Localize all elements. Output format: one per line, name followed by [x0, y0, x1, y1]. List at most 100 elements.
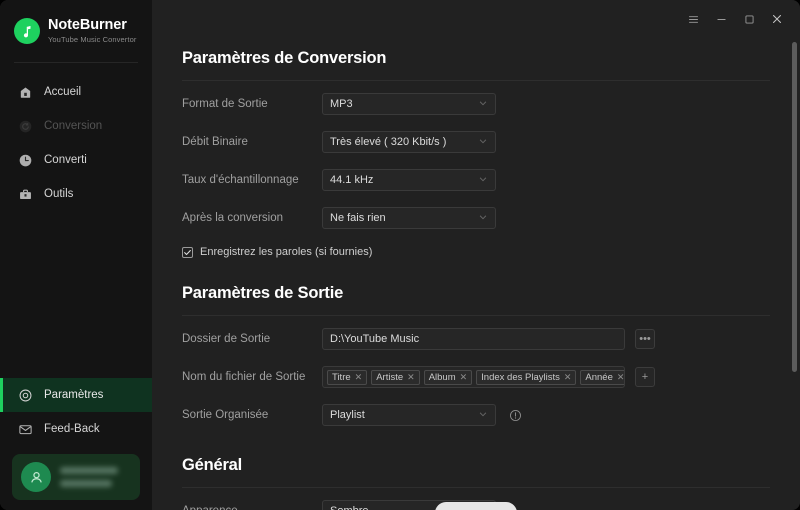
- section-title-general: Général: [182, 456, 243, 474]
- field-label: Sortie Organisée: [182, 409, 269, 421]
- page-title: Paramètres de Conversion: [182, 49, 387, 67]
- close-icon[interactable]: [764, 6, 790, 32]
- field-label: Apparence: [182, 505, 322, 510]
- tag-remove-icon[interactable]: ✕: [564, 372, 572, 383]
- add-tag-button[interactable]: +: [635, 367, 655, 387]
- sidebar-label: Conversion: [44, 120, 103, 132]
- select-value: Très élevé ( 320 Kbit/s ): [330, 136, 447, 148]
- tag-label: Artiste: [376, 371, 404, 383]
- tag-remove-icon[interactable]: ✕: [407, 372, 415, 383]
- field-label: Débit Binaire: [182, 136, 248, 148]
- main-panel: Paramètres de Conversion Format de Sorti…: [152, 0, 800, 510]
- filename-tags-container[interactable]: Titre ✕ Artiste ✕ Album ✕ Index des Play…: [322, 366, 625, 388]
- select-value: MP3: [330, 98, 353, 110]
- select-sortie-organisee[interactable]: Playlist: [322, 404, 496, 426]
- field-label: Dossier de Sortie: [182, 333, 271, 345]
- select-value: Sombre: [330, 505, 369, 510]
- info-circle-icon[interactable]: [509, 409, 522, 422]
- sidebar-item-feedback[interactable]: Feed-Back: [0, 412, 152, 446]
- profile-name-masked: [60, 467, 118, 474]
- row-debit-binaire: Débit Binaire Très élevé ( 320 Kbit/s ): [182, 127, 770, 157]
- clock-icon: [16, 151, 34, 169]
- sidebar-item-converti[interactable]: Converti: [0, 143, 152, 177]
- chevron-down-icon: [478, 174, 488, 187]
- sidebar-item-accueil[interactable]: Accueil: [0, 75, 152, 109]
- toolbox-icon: [16, 185, 34, 203]
- profile-email-masked: [60, 480, 112, 487]
- section-title-output: Paramètres de Sortie: [182, 284, 344, 302]
- chevron-down-icon: [478, 409, 488, 422]
- brand-name: NoteBurner: [48, 16, 127, 33]
- section-output: Paramètres de Sortie Dossier de Sortie D…: [182, 258, 770, 430]
- application-window: NoteBurner YouTube Music Convertor Accue…: [0, 0, 800, 510]
- tag-label: Album: [428, 371, 456, 383]
- tag-item[interactable]: Artiste ✕: [371, 369, 420, 385]
- sidebar-item-conversion[interactable]: Conversion: [0, 109, 152, 143]
- chevron-down-icon: [478, 98, 488, 111]
- select-taux-echantillonnage[interactable]: 44.1 kHz: [322, 169, 496, 191]
- vertical-scrollbar[interactable]: [792, 42, 797, 506]
- minimize-icon[interactable]: [708, 6, 734, 32]
- envelope-icon: [16, 420, 34, 438]
- tag-remove-icon[interactable]: ✕: [355, 372, 363, 383]
- section-divider: [182, 487, 770, 488]
- row-nom-fichier-sortie: Nom du fichier de Sortie Titre ✕ Artiste…: [182, 362, 770, 392]
- field-label: Taux d'échantillonnage: [182, 174, 299, 186]
- select-value: Ne fais rien: [330, 212, 386, 224]
- field-label: Format de Sortie: [182, 98, 268, 110]
- hamburger-menu-icon[interactable]: [680, 6, 706, 32]
- tag-label: Année: [585, 371, 613, 383]
- sidebar-item-outils[interactable]: Outils: [0, 177, 152, 211]
- sidebar-label: Paramètres: [44, 389, 104, 401]
- tag-remove-icon[interactable]: ✕: [617, 372, 624, 383]
- title-bar: [152, 0, 800, 38]
- select-format-de-sortie[interactable]: MP3: [322, 93, 496, 115]
- browse-folder-button[interactable]: •••: [635, 329, 655, 349]
- section-conversion: Paramètres de Conversion Format de Sorti…: [182, 38, 770, 258]
- select-value: Playlist: [330, 409, 365, 421]
- row-sortie-organisee: Sortie Organisée Playlist: [182, 400, 770, 430]
- scrollbar-thumb[interactable]: [792, 42, 797, 372]
- tag-item[interactable]: Index des Playlists ✕: [476, 369, 577, 385]
- row-apres-conversion: Après la conversion Ne fais rien: [182, 203, 770, 233]
- home-icon: [16, 83, 34, 101]
- field-label: Nom du fichier de Sortie: [182, 371, 306, 383]
- section-divider: [182, 315, 770, 316]
- select-value: 44.1 kHz: [330, 174, 374, 186]
- profile-text-masked: [60, 467, 118, 487]
- select-apres-conversion[interactable]: Ne fais rien: [322, 207, 496, 229]
- bottom-action-button-partial[interactable]: [435, 502, 517, 510]
- tag-remove-icon[interactable]: ✕: [460, 372, 468, 383]
- tag-item[interactable]: Album ✕: [423, 369, 473, 385]
- sidebar-label: Converti: [44, 154, 87, 166]
- user-profile-card[interactable]: [12, 454, 140, 500]
- row-format-de-sortie: Format de Sortie MP3: [182, 89, 770, 119]
- settings-gear-icon: [16, 386, 34, 404]
- checkbox-enregistrez-paroles[interactable]: Enregistrez les paroles (si fournies): [182, 246, 770, 258]
- tag-item[interactable]: Titre ✕: [327, 369, 368, 385]
- chevron-down-icon: [478, 136, 488, 149]
- tag-label: Index des Playlists: [481, 371, 560, 383]
- user-avatar-icon: [21, 462, 51, 492]
- settings-content: Paramètres de Conversion Format de Sorti…: [152, 38, 800, 510]
- select-debit-binaire[interactable]: Très élevé ( 320 Kbit/s ): [322, 131, 496, 153]
- tag-label: Titre: [332, 371, 351, 383]
- sidebar-item-parametres[interactable]: Paramètres: [0, 378, 152, 412]
- checkbox-box[interactable]: [182, 246, 193, 258]
- section-general: Général Apparence Sombre Langues Françai…: [182, 430, 770, 510]
- refresh-icon: [16, 117, 34, 135]
- sidebar: NoteBurner YouTube Music Convertor Accue…: [0, 0, 152, 510]
- checkbox-label: Enregistrez les paroles (si fournies): [200, 246, 373, 258]
- tag-item[interactable]: Année ✕: [580, 369, 624, 385]
- music-note-icon: [14, 18, 40, 44]
- field-label: Après la conversion: [182, 212, 283, 224]
- sidebar-label: Feed-Back: [44, 423, 100, 435]
- output-folder-input[interactable]: D:\YouTube Music: [322, 328, 625, 350]
- row-taux-echantillonnage: Taux d'échantillonnage 44.1 kHz: [182, 165, 770, 195]
- sidebar-label: Outils: [44, 188, 74, 200]
- sidebar-nav-bottom: Paramètres Feed-Back: [0, 378, 152, 510]
- maximize-icon[interactable]: [736, 6, 762, 32]
- output-folder-value: D:\YouTube Music: [330, 333, 420, 345]
- section-divider: [182, 80, 770, 81]
